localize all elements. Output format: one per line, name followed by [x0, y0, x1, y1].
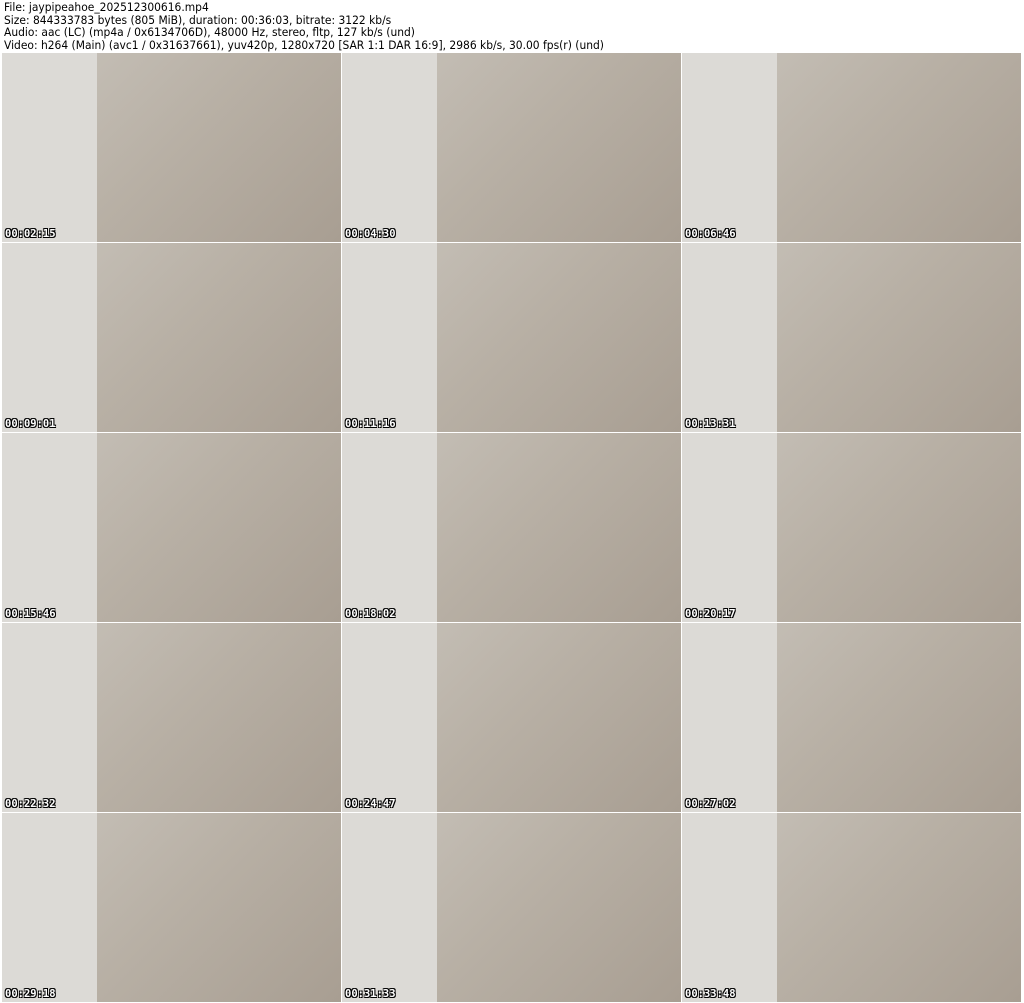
video-thumbnail: 00:31:33	[342, 813, 681, 1002]
video-thumbnail: 00:02:15	[2, 53, 341, 242]
video-thumbnail: 00:04:30	[342, 53, 681, 242]
thumbnail-timestamp: 00:24:47	[345, 798, 396, 810]
thumbnail-timestamp: 00:31:33	[345, 988, 396, 1000]
thumbnail-timestamp: 00:02:15	[5, 228, 56, 240]
video-thumbnail: 00:06:46	[682, 53, 1021, 242]
video-thumbnail: 00:09:01	[2, 243, 341, 432]
video-thumbnail: 00:18:02	[342, 433, 681, 622]
video-info: Video: h264 (Main) (avc1 / 0x31637661), …	[4, 37, 604, 52]
video-thumbnail: 00:11:16	[342, 243, 681, 432]
video-thumbnail: 00:15:46	[2, 433, 341, 622]
audio-info: Audio: aac (LC) (mp4a / 0x6134706D), 480…	[4, 25, 415, 39]
thumbnail-timestamp: 00:18:02	[345, 608, 396, 620]
thumbnail-timestamp: 00:11:16	[345, 418, 396, 430]
thumbnail-timestamp: 00:09:01	[5, 418, 56, 430]
video-thumbnail: 00:22:32	[2, 623, 341, 812]
video-thumbnail: 00:33:48	[682, 813, 1021, 1002]
thumbnail-timestamp: 00:29:18	[5, 988, 56, 1000]
thumbnail-timestamp: 00:27:02	[685, 798, 736, 810]
video-thumbnail: 00:29:18	[2, 813, 341, 1002]
file-name: File: jaypipeahoe_202512300616.mp4	[4, 0, 209, 14]
thumbnail-timestamp: 00:20:17	[685, 608, 736, 620]
thumbnail-timestamp: 00:13:31	[685, 418, 736, 430]
thumbnail-timestamp: 00:33:48	[685, 988, 736, 1000]
thumbnail-timestamp: 00:06:46	[685, 228, 736, 240]
video-thumbnail: 00:24:47	[342, 623, 681, 812]
thumbnail-timestamp: 00:04:30	[345, 228, 396, 240]
video-thumbnail: 00:20:17	[682, 433, 1021, 622]
thumbnail-grid: 00:02:15 00:04:30 00:06:46 00:09:01 00:11:16…	[2, 53, 1021, 1002]
thumbnail-timestamp: 00:22:32	[5, 798, 56, 810]
video-thumbnail: 00:27:02	[682, 623, 1021, 812]
thumbnail-timestamp: 00:15:46	[5, 608, 56, 620]
video-thumbnail: 00:13:31	[682, 243, 1021, 432]
file-info-header: File: jaypipeahoe_202512300616.mp4 Size:…	[4, 1, 604, 51]
